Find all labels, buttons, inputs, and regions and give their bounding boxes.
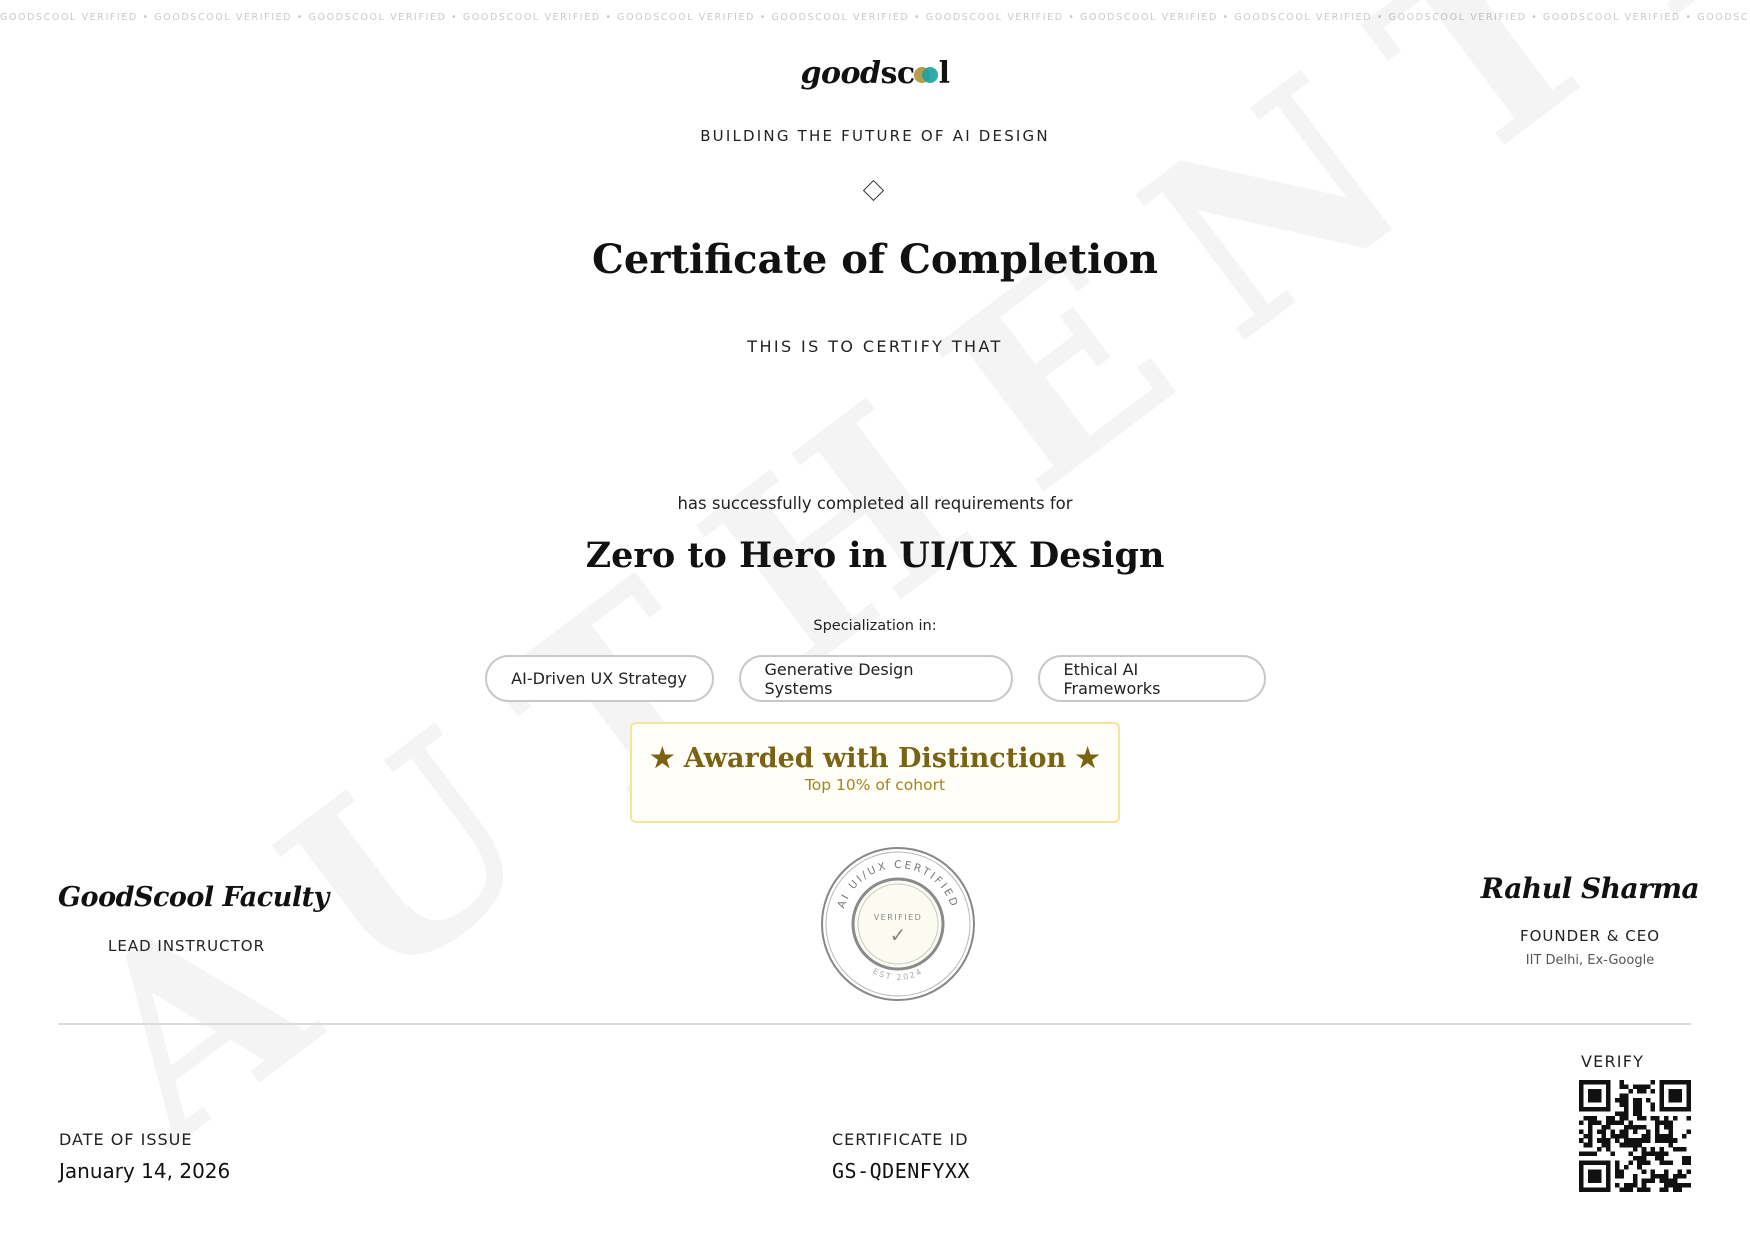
signature-block-right: Rahul Sharma FOUNDER & CEO IIT Delhi, Ex… [1440, 872, 1740, 968]
logo-word-l: l [938, 56, 950, 91]
certificate-title: Certificate of Completion [592, 236, 1158, 283]
specialization-label: Specialization in: [813, 618, 937, 634]
certificate-id-value: GS-QDENFYXX [832, 1159, 970, 1183]
certified-seal-icon: AI UI/UX CERTIFIED EST 2024 VERIFIED ✓ [821, 847, 975, 1001]
specialization-list: AI-Driven UX Strategy Generative Design … [0, 655, 1750, 702]
distinction-title: ★ Awarded with Distinction ★ [650, 743, 1100, 774]
tagline: BUILDING THE FUTURE OF AI DESIGN [700, 127, 1050, 145]
svg-text:AUTHENTIC: AUTHENTIC [27, 0, 1750, 1198]
footer-divider [58, 1023, 1691, 1025]
logo-dots-icon [913, 65, 940, 85]
specialization-pill: AI-Driven UX Strategy [484, 655, 714, 702]
distinction-award-box: ★ Awarded with Distinction ★ Top 10% of … [630, 722, 1120, 823]
logo-word-good: good [800, 56, 881, 91]
signature-name-left: GoodScool Faculty [58, 882, 329, 913]
certify-statement: THIS IS TO CERTIFY THAT [747, 337, 1003, 356]
certificate-id-label: CERTIFICATE ID [832, 1130, 969, 1149]
signature-role-right: FOUNDER & CEO [1519, 927, 1661, 945]
seal-center-text: VERIFIED [874, 913, 923, 922]
specialization-pill: Ethical AI Frameworks [1037, 655, 1266, 702]
date-label: DATE OF ISSUE [59, 1130, 193, 1149]
signature-block-left: GoodScool Faculty LEAD INSTRUCTOR [58, 882, 338, 955]
logo-word-sc: sc [880, 56, 915, 91]
verify-qr-code-icon[interactable] [1579, 1080, 1691, 1192]
date-value: January 14, 2026 [59, 1159, 231, 1183]
distinction-subtitle: Top 10% of cohort [804, 776, 946, 794]
security-microtext-strip: GOODSCOOL VERIFIED • GOODSCOOL VERIFIED … [0, 12, 1750, 23]
verify-label: VERIFY [1581, 1052, 1645, 1071]
seal-check-icon: ✓ [890, 923, 907, 947]
goodscool-logo: goodsc l [0, 56, 1750, 91]
completion-statement: has successfully completed all requireme… [677, 494, 1073, 513]
signature-role-left: LEAD INSTRUCTOR [108, 937, 266, 955]
specialization-pill: Generative Design Systems [738, 655, 1013, 702]
signature-credentials-right: IIT Delhi, Ex-Google [1525, 953, 1655, 968]
signature-name-right: Rahul Sharma [1480, 872, 1700, 905]
course-name: Zero to Hero in UI/UX Design [585, 535, 1165, 576]
diamond-ornament-icon [862, 179, 885, 202]
